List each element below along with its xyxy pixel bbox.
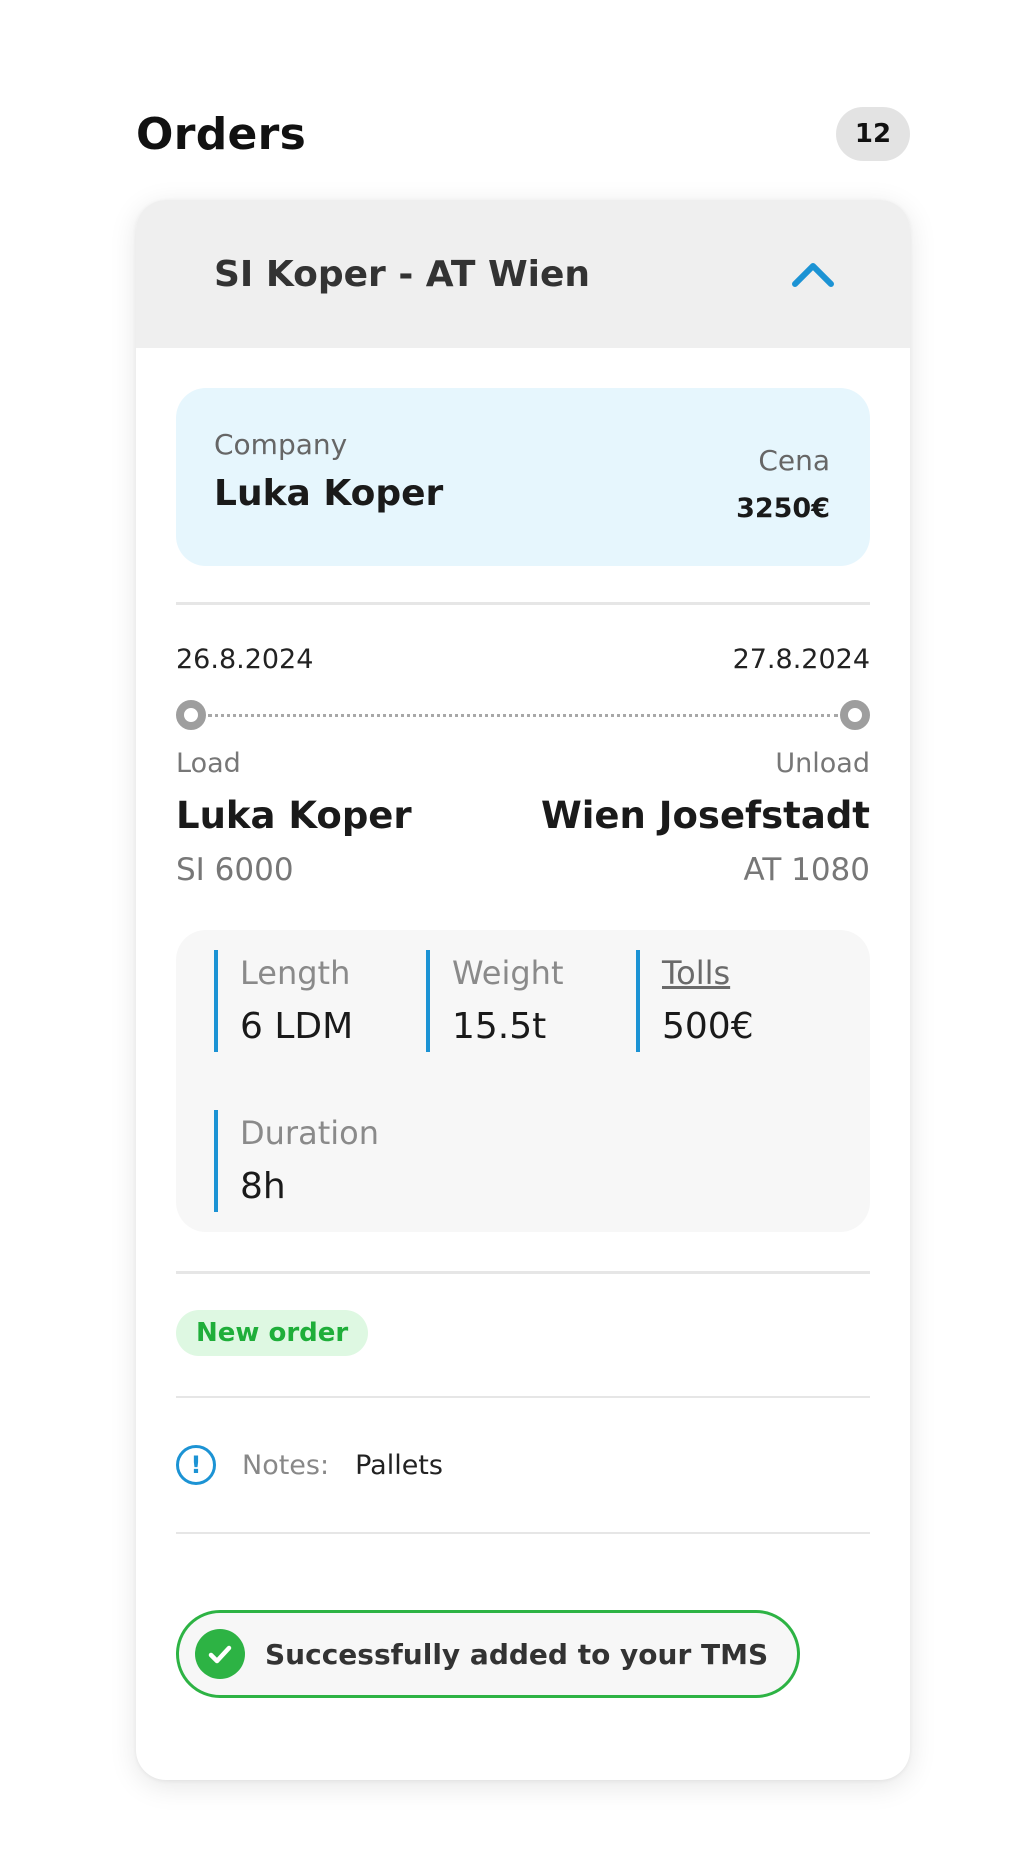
order-card-header[interactable]: SI Koper - AT Wien [136,200,910,348]
stop-codes-row: SI 6000 AT 1080 [176,852,870,892]
load-place: Luka Koper [176,794,412,837]
success-message: Successfully added to your TMS [176,1610,800,1698]
unload-date: 27.8.2024 [732,644,870,675]
notes-row: ! Notes: Pallets [176,1444,870,1486]
divider [176,1271,870,1274]
info-icon: ! [176,1445,216,1485]
route-title: SI Koper - AT Wien [214,253,591,295]
tolls-link[interactable]: Tolls [662,954,836,992]
orders-count-badge: 12 [836,107,910,161]
unload-place: Wien Josefstadt [540,794,870,837]
divider [176,1396,870,1398]
status-badge: New order [176,1310,369,1356]
price-value: 3250€ [736,493,830,524]
success-text: Successfully added to your TMS [265,1637,769,1671]
load-point-icon [176,700,206,730]
notes-value: Pallets [355,1449,443,1481]
order-card: SI Koper - AT Wien Company Luka Koper Ce… [136,200,910,1780]
stop-places-row: Luka Koper Wien Josefstadt [176,794,870,840]
status-row: New order [176,1310,870,1356]
spec-value: 6 LDM [240,1006,354,1047]
load-date: 26.8.2024 [176,644,314,675]
spec-label: Length [240,954,351,992]
route-timeline [176,700,870,730]
divider [176,1532,870,1534]
load-code: SI 6000 [176,852,294,888]
chevron-up-icon[interactable] [790,259,836,289]
spec-tolls: Tolls 500€ [636,950,836,1052]
spec-length: Length 6 LDM [214,950,426,1052]
spec-weight: Weight 15.5t [426,950,636,1052]
unload-point-icon [840,700,870,730]
spec-value: 500€ [662,1006,754,1047]
check-circle-icon [195,1629,245,1679]
divider [176,602,870,605]
company-box: Company Luka Koper Cena 3250€ [176,388,870,566]
specs-box: Length 6 LDM Weight 15.5t Tolls 500€ Dur… [176,930,870,1232]
stop-labels-row: Load Unload [176,748,870,780]
spec-duration: Duration 8h [214,1110,426,1212]
company-info: Company Luka Koper [214,428,443,566]
spec-label: Duration [240,1114,379,1152]
load-label: Load [176,748,241,779]
spec-value: 8h [240,1166,286,1207]
price-info: Cena 3250€ [736,428,830,566]
specs-grid: Length 6 LDM Weight 15.5t Tolls 500€ Dur… [214,950,870,1212]
spec-label: Weight [452,954,564,992]
check-icon [208,1645,232,1664]
page-title: Orders [136,108,307,160]
company-name: Luka Koper [214,473,444,514]
dates-row: 26.8.2024 27.8.2024 [176,644,870,680]
unload-code: AT 1080 [743,852,870,888]
unload-label: Unload [775,748,870,779]
price-label: Cena [758,444,830,477]
notes-label: Notes: [242,1449,330,1481]
route-line [208,714,838,717]
spec-value: 15.5t [452,1006,547,1047]
company-label: Company [214,428,348,461]
orders-page: Orders 12 SI Koper - AT Wien Company Luk… [0,0,1034,1869]
orders-header: Orders 12 [136,106,910,162]
